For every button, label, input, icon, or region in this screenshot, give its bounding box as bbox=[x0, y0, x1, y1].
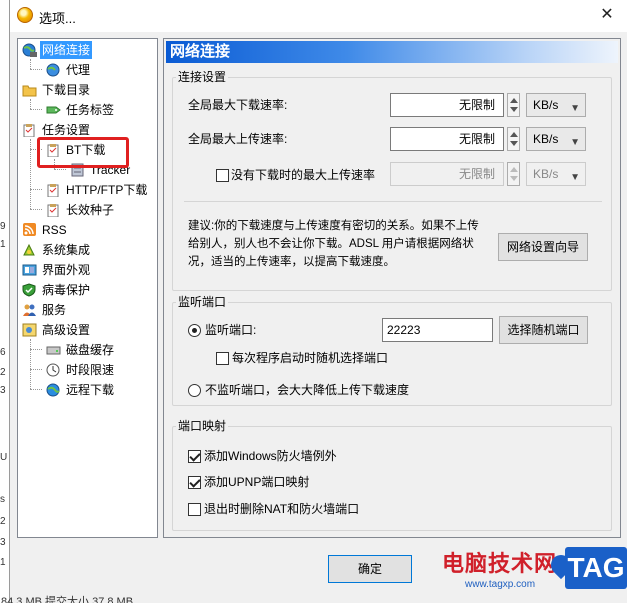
seed-task-icon bbox=[47, 204, 59, 217]
advice-text: 建议:你的下载速度与上传速度有密切的关系。如果不上传给别人，别人也不会让你下载。… bbox=[188, 220, 479, 268]
strip-char: 3 bbox=[0, 385, 6, 396]
divider bbox=[184, 201, 602, 202]
tree-item-label: 病毒保护 bbox=[42, 283, 91, 297]
delete-nat-on-exit-checkbox[interactable] bbox=[188, 503, 201, 516]
strip-char: U bbox=[0, 452, 8, 463]
upload-rate-input[interactable]: 无限制 bbox=[390, 127, 504, 151]
tree-item-label: 代理 bbox=[66, 63, 91, 77]
no-download-unit-select[interactable]: KB/s ▼ bbox=[526, 162, 586, 186]
tree-item-label: HTTP/FTP下载 bbox=[66, 183, 148, 197]
upload-unit-select[interactable]: KB/s ▼ bbox=[526, 127, 586, 151]
clock-icon bbox=[46, 363, 60, 377]
title-bar: 选项... ✕ bbox=[10, 0, 627, 32]
tree-item-label: 界面外观 bbox=[42, 263, 91, 277]
download-unit-select[interactable]: KB/s ▼ bbox=[526, 93, 586, 117]
unit-value: KB/s bbox=[533, 167, 559, 181]
strip-char: 1 bbox=[0, 557, 6, 568]
tree-item-label: 下载目录 bbox=[42, 83, 91, 97]
tree-item-label: 网络连接 bbox=[40, 41, 93, 59]
chevron-down-icon: ▼ bbox=[570, 103, 580, 114]
windows-firewall-label: 添加Windows防火墙例外 bbox=[204, 449, 337, 463]
random-each-start-checkbox[interactable] bbox=[216, 352, 229, 365]
group-label: 连接设置 bbox=[176, 70, 229, 84]
group-label: 端口映射 bbox=[176, 419, 229, 433]
background-window-strip: 9 1 6 2 3 U s 2 3 1 bbox=[0, 0, 9, 603]
appearance-icon bbox=[22, 264, 37, 276]
tag-text: TAG bbox=[567, 552, 625, 583]
tree-item-label: 远程下载 bbox=[66, 383, 115, 397]
strip-char: 1 bbox=[0, 239, 6, 250]
download-rate-spinner[interactable] bbox=[507, 93, 520, 117]
clipboard-icon bbox=[23, 124, 35, 137]
rss-icon bbox=[23, 223, 36, 236]
listen-port-radio[interactable] bbox=[188, 324, 201, 337]
delete-nat-on-exit-label: 退出时删除NAT和防火墙端口 bbox=[204, 502, 360, 516]
disk-cache-icon bbox=[46, 346, 61, 355]
unit-value: KB/s bbox=[533, 98, 559, 112]
tree-item-label: 服务 bbox=[42, 303, 67, 317]
no-download-upload-spinner[interactable] bbox=[507, 162, 520, 186]
panel-header: 网络连接 bbox=[166, 41, 618, 63]
group-label: 监听端口 bbox=[176, 295, 229, 309]
globe-network-icon bbox=[22, 43, 37, 57]
watermark-url: www.tagxp.com bbox=[465, 579, 536, 590]
upload-rate-spinner[interactable] bbox=[507, 127, 520, 151]
remote-globe-icon bbox=[46, 383, 60, 397]
tree-item-label: 任务标签 bbox=[66, 103, 115, 117]
tree-item-label: 长效种子 bbox=[66, 203, 115, 217]
proxy-globe-icon bbox=[46, 63, 60, 77]
folder-icon bbox=[22, 85, 37, 97]
shield-icon bbox=[22, 283, 36, 297]
window-title: 选项... bbox=[39, 11, 76, 26]
random-port-button[interactable]: 选择随机端口 bbox=[499, 316, 588, 344]
tree-item-label: RSS bbox=[42, 223, 67, 237]
no-download-upload-checkbox[interactable] bbox=[216, 169, 229, 182]
tree-item-label: 磁盘缓存 bbox=[66, 343, 115, 357]
windows-firewall-checkbox[interactable] bbox=[188, 450, 201, 463]
panel-title: 网络连接 bbox=[170, 43, 231, 60]
watermark-site-name: 电脑技术网 bbox=[442, 551, 558, 576]
background-status-text: 84.3 MB 提交大小 37.8 MB bbox=[1, 596, 134, 603]
http-task-icon bbox=[47, 184, 59, 197]
tag-icon bbox=[46, 106, 61, 114]
unit-value: KB/s bbox=[533, 132, 559, 146]
app-icon bbox=[17, 7, 33, 23]
close-button[interactable]: ✕ bbox=[594, 4, 620, 26]
service-people-icon bbox=[23, 304, 36, 316]
strip-char: 2 bbox=[0, 367, 6, 378]
integration-icon bbox=[23, 243, 35, 256]
tree-item-label: 时段限速 bbox=[66, 363, 115, 377]
ok-button[interactable]: 确定 bbox=[328, 555, 412, 583]
advanced-icon bbox=[22, 323, 37, 337]
strip-char: 9 bbox=[0, 221, 6, 232]
listen-port-label: 监听端口: bbox=[205, 323, 257, 337]
no-download-upload-label: 没有下载时的最大上传速率 bbox=[231, 168, 376, 182]
tree-item-label: 高级设置 bbox=[42, 323, 91, 337]
download-rate-input[interactable]: 无限制 bbox=[390, 93, 504, 117]
strip-char: 3 bbox=[0, 537, 6, 548]
watermark-tag-logo: TAG bbox=[546, 547, 627, 589]
download-rate-label: 全局最大下载速率: bbox=[188, 98, 288, 112]
no-listen-label: 不监听端口，会大大降低上传下载速度 bbox=[205, 383, 410, 397]
strip-char: s bbox=[0, 494, 5, 505]
settings-tree: 网络连接 代理 下载目录 任务标签 任务设置 BT下载 Tracker HTTP… bbox=[17, 38, 158, 538]
settings-panel: 网络连接 连接设置 全局最大下载速率: 无限制 KB/s ▼ 全局最大上传速率: … bbox=[163, 38, 621, 538]
upload-rate-label: 全局最大上传速率: bbox=[188, 132, 288, 146]
upnp-mapping-checkbox[interactable] bbox=[188, 476, 201, 489]
strip-char: 2 bbox=[0, 516, 6, 527]
highlight-box bbox=[37, 137, 129, 168]
no-listen-radio[interactable] bbox=[188, 384, 201, 397]
strip-char: 6 bbox=[0, 347, 6, 358]
tree-item-label: 系统集成 bbox=[42, 243, 91, 257]
port-input[interactable]: 22223 bbox=[382, 318, 493, 342]
options-dialog: 选项... ✕ 网络连接 代理 下载目录 任务标签 任务设置 BT下载 Trac… bbox=[1, 0, 627, 603]
random-each-start-label: 每次程序启动时随机选择端口 bbox=[232, 351, 389, 365]
no-download-upload-input[interactable]: 无限制 bbox=[390, 162, 504, 186]
network-wizard-button[interactable]: 网络设置向导 bbox=[498, 233, 588, 261]
chevron-down-icon: ▼ bbox=[570, 137, 580, 148]
upnp-mapping-label: 添加UPNP端口映射 bbox=[204, 475, 310, 489]
chevron-down-icon: ▼ bbox=[570, 172, 580, 183]
